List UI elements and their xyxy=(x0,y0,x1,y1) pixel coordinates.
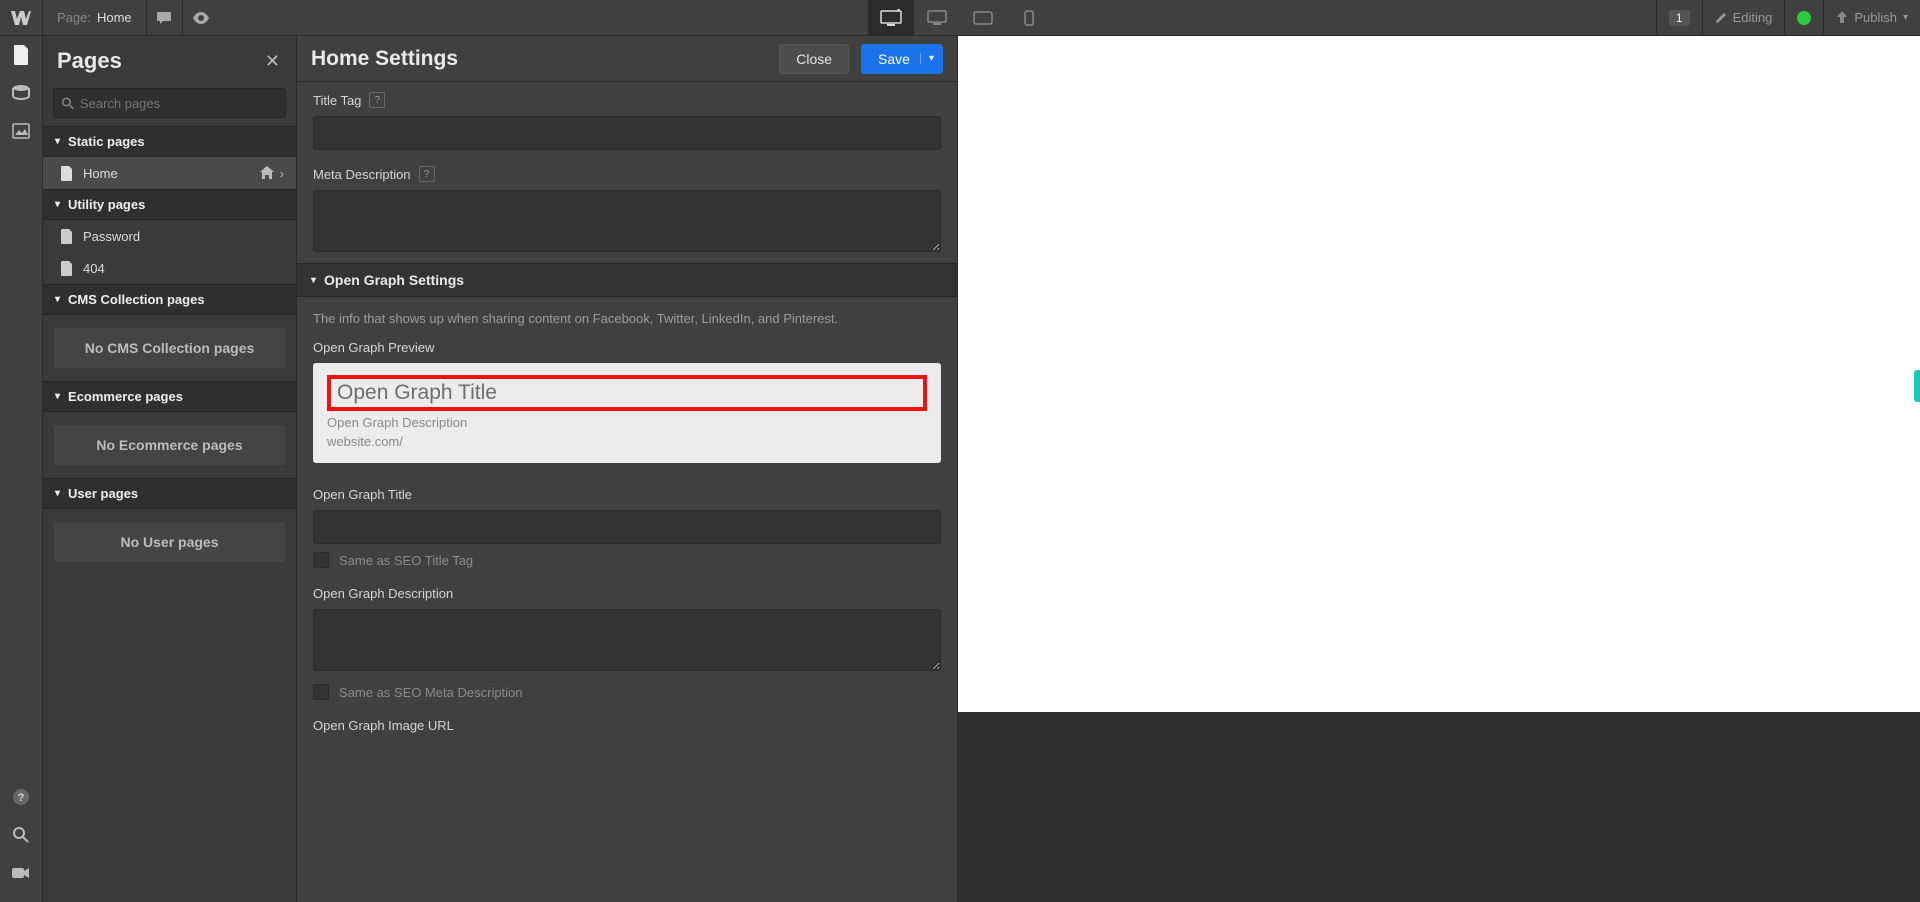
topbar-right: 1 Editing Publish ▾ xyxy=(1656,0,1920,36)
rail-cms-icon[interactable] xyxy=(0,74,43,112)
svg-text:?: ? xyxy=(18,792,25,804)
page-row-password[interactable]: Password xyxy=(43,220,296,252)
checkbox-icon xyxy=(313,684,329,700)
title-tag-label: Title Tag? xyxy=(313,92,941,108)
page-settings-panel: Home Settings Close Save ▾ Title Tag? Me… xyxy=(297,36,958,902)
og-image-label: Open Graph Image URL xyxy=(313,718,941,733)
title-tag-input[interactable] xyxy=(313,116,941,150)
group-user[interactable]: ▾User pages xyxy=(43,478,296,509)
page-name: Home xyxy=(97,10,132,25)
design-canvas xyxy=(958,36,1920,902)
chevron-down-icon: ▾ xyxy=(1903,12,1908,23)
search-icon xyxy=(62,97,74,110)
page-icon xyxy=(61,261,73,276)
help-icon[interactable]: ? xyxy=(419,166,435,182)
close-panel-icon[interactable]: ✕ xyxy=(265,51,280,72)
settings-title: Home Settings xyxy=(311,47,458,71)
top-bar: Page: Home 1 Editing Publish ▾ xyxy=(0,0,1920,36)
og-preview-title: Open Graph Title xyxy=(337,381,917,405)
meta-desc-label: Meta Description? xyxy=(313,166,941,182)
same-as-title-checkbox[interactable]: Same as SEO Title Tag xyxy=(297,550,957,576)
rail-assets-icon[interactable] xyxy=(0,112,43,150)
checkbox-icon xyxy=(313,552,329,568)
page-prefix: Page: xyxy=(57,10,91,25)
pages-panel-title: Pages xyxy=(57,48,122,74)
page-icon xyxy=(61,166,73,181)
editing-mode[interactable]: Editing xyxy=(1702,0,1785,36)
empty-ecom: No Ecommerce pages xyxy=(53,424,286,466)
group-ecommerce[interactable]: ▾Ecommerce pages xyxy=(43,381,296,412)
og-preview-title-highlight: Open Graph Title xyxy=(327,375,927,411)
device-desktop-base[interactable] xyxy=(868,0,914,36)
device-switcher xyxy=(868,0,1052,36)
og-desc-input[interactable] xyxy=(313,609,941,671)
og-title-input[interactable] xyxy=(313,510,941,544)
og-section-header[interactable]: ▾Open Graph Settings xyxy=(297,263,957,297)
chevron-down-icon: ▾ xyxy=(920,53,934,64)
collaborators-badge[interactable]: 1 xyxy=(1656,0,1702,36)
page-indicator[interactable]: Page: Home xyxy=(43,0,147,36)
device-tablet[interactable] xyxy=(960,0,1006,36)
search-pages[interactable] xyxy=(53,88,286,118)
same-as-desc-checkbox[interactable]: Same as SEO Meta Description xyxy=(297,682,957,708)
og-preview-url: website.com/ xyxy=(327,434,927,449)
page-row-home[interactable]: Home › xyxy=(43,157,296,189)
og-preview-label: Open Graph Preview xyxy=(313,340,941,355)
status-ok-icon[interactable] xyxy=(1784,0,1823,36)
rail-pages-icon[interactable] xyxy=(0,36,43,74)
meta-desc-input[interactable] xyxy=(313,190,941,252)
empty-user: No User pages xyxy=(53,521,286,563)
chevron-right-icon: › xyxy=(280,166,284,181)
help-icon[interactable]: ? xyxy=(369,92,385,108)
canvas-page[interactable] xyxy=(958,36,1920,712)
right-edge-tab[interactable] xyxy=(1914,370,1920,402)
og-title-label: Open Graph Title xyxy=(313,487,941,502)
rail-search-icon[interactable] xyxy=(0,816,43,854)
search-input[interactable] xyxy=(80,96,277,111)
pages-panel: Pages ✕ ▾Static pages Home › ▾Utility pa… xyxy=(43,36,297,902)
home-icon xyxy=(260,166,274,179)
og-preview-desc: Open Graph Description xyxy=(327,415,927,430)
group-utility[interactable]: ▾Utility pages xyxy=(43,189,296,220)
rail-video-icon[interactable] xyxy=(0,854,43,892)
publish-button[interactable]: Publish ▾ xyxy=(1823,0,1920,36)
device-desktop[interactable] xyxy=(914,0,960,36)
preview-icon[interactable] xyxy=(183,0,219,36)
page-icon xyxy=(61,229,73,244)
close-button[interactable]: Close xyxy=(779,44,849,74)
rail-help-icon[interactable]: ? xyxy=(0,778,43,816)
group-static[interactable]: ▾Static pages xyxy=(43,126,296,157)
og-desc-label: Open Graph Description xyxy=(313,586,941,601)
left-rail: ? xyxy=(0,36,43,902)
save-button[interactable]: Save ▾ xyxy=(861,44,943,74)
empty-cms: No CMS Collection pages xyxy=(53,327,286,369)
og-hint: The info that shows up when sharing cont… xyxy=(297,297,957,330)
comments-icon[interactable] xyxy=(147,0,183,36)
page-row-404[interactable]: 404 xyxy=(43,252,296,284)
device-mobile[interactable] xyxy=(1006,0,1052,36)
group-cms[interactable]: ▾CMS Collection pages xyxy=(43,284,296,315)
og-preview-card: Open Graph Title Open Graph Description … xyxy=(313,363,941,463)
webflow-logo[interactable] xyxy=(0,0,43,36)
